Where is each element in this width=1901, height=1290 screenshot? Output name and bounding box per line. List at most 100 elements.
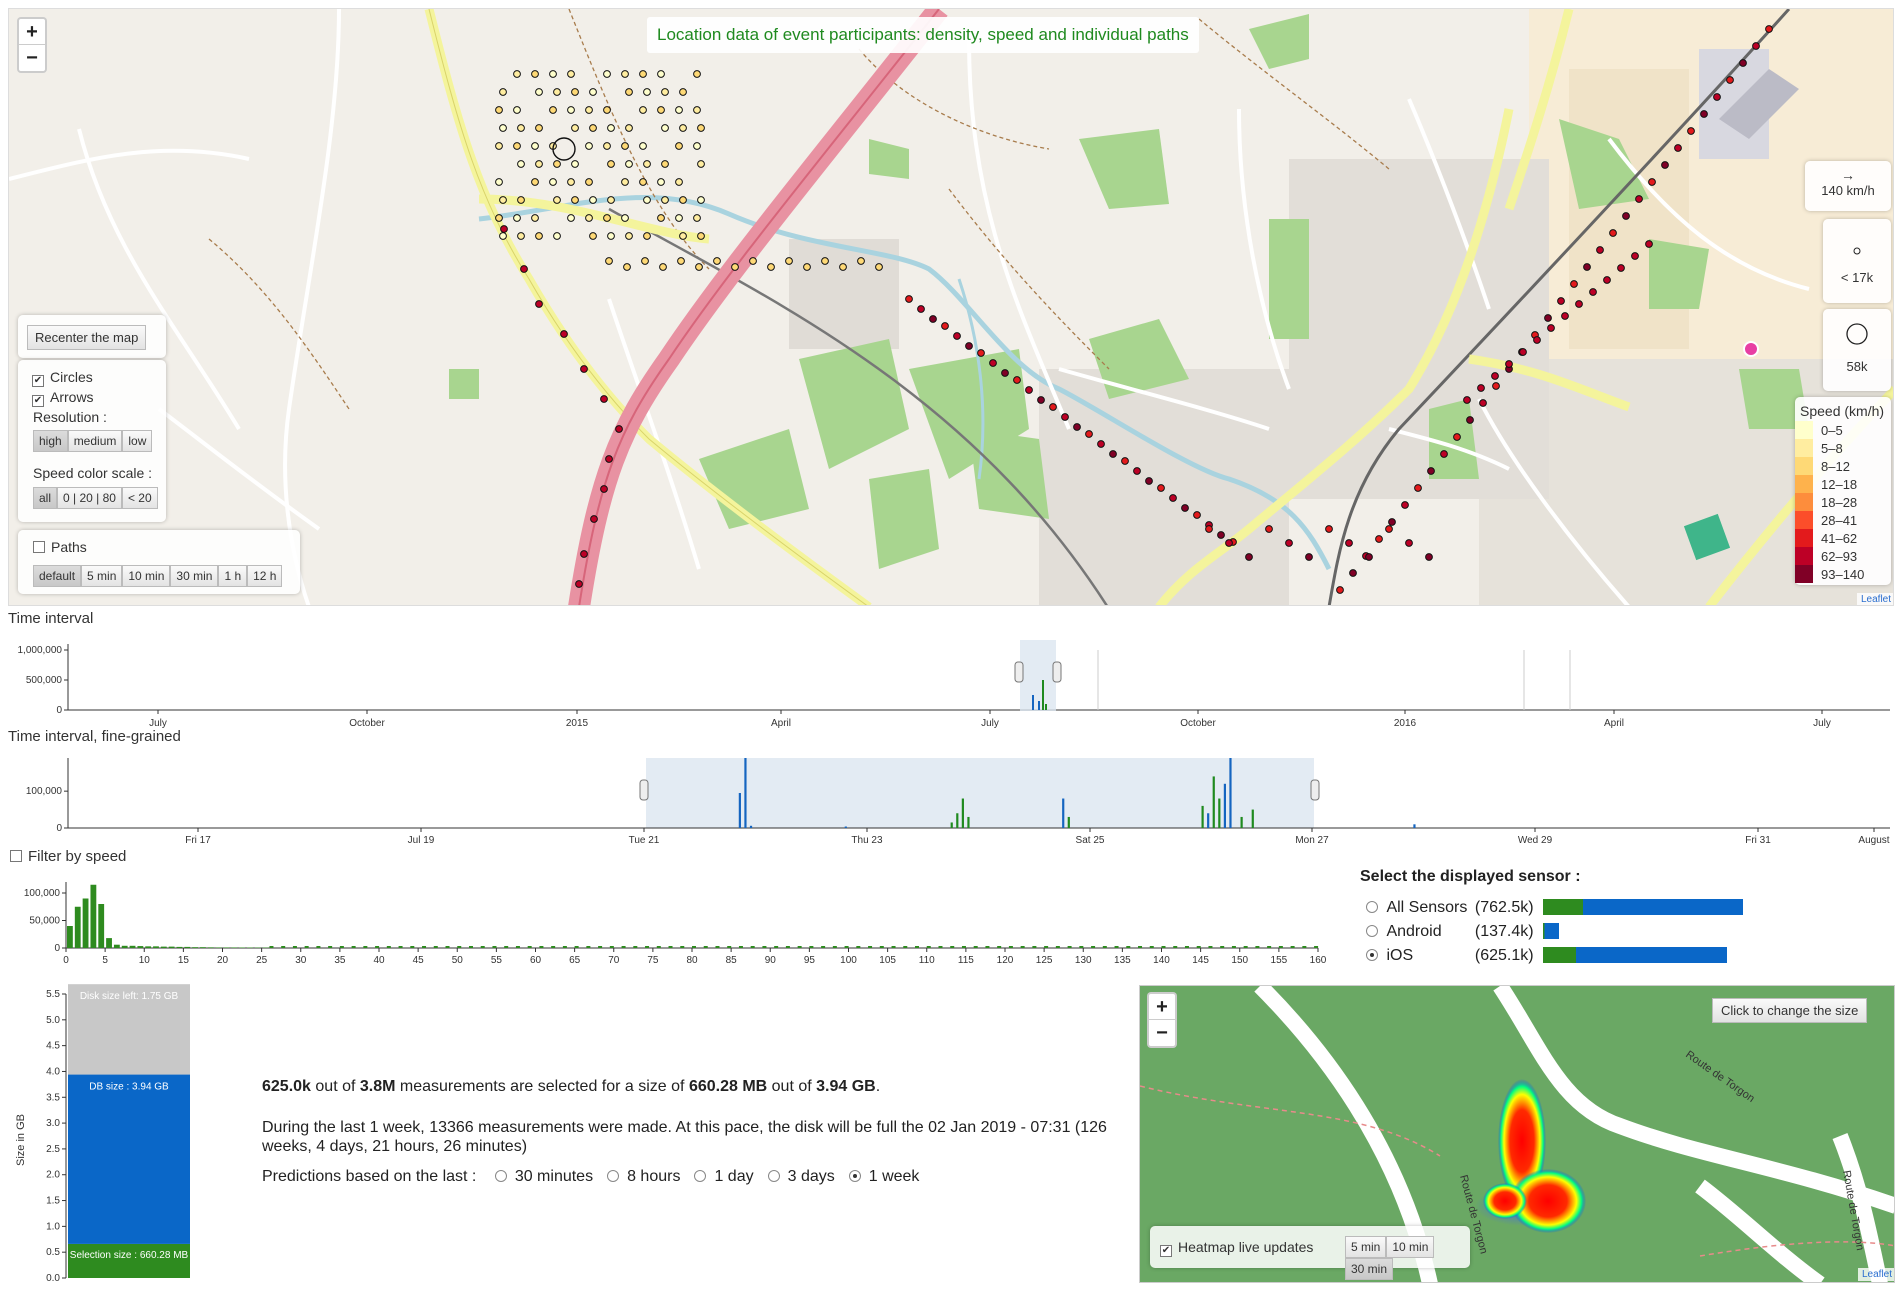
density-circle (1631, 252, 1639, 260)
circles-option[interactable]: ✔ Circles (32, 369, 93, 387)
prediction-option[interactable]: 30 minutes (494, 1168, 593, 1185)
arrows-checkbox[interactable]: ✔ (32, 395, 44, 407)
density-circle (1181, 504, 1189, 512)
density-circle (679, 124, 687, 132)
heatmap-30min-button[interactable]: 30 min (1345, 1258, 1394, 1280)
density-circle (535, 124, 543, 132)
prediction-radio[interactable] (767, 1170, 780, 1182)
paths-30min-button[interactable]: 30 min (170, 565, 219, 587)
prediction-radio[interactable] (848, 1170, 861, 1182)
prediction-option[interactable]: 8 hours (607, 1168, 680, 1185)
heatmap-live-checkbox[interactable]: ✔ (1160, 1245, 1172, 1257)
paths-10min-button[interactable]: 10 min (122, 565, 171, 587)
x-tick-label: 140 (1153, 955, 1170, 966)
heatmap-interval-group: 5 min 10 min30 min (1345, 1236, 1470, 1280)
zoom-out-button[interactable]: − (19, 45, 45, 71)
paths-option[interactable]: Paths (33, 539, 87, 555)
speed-bar-small (1220, 946, 1225, 948)
sensor-ios-radio[interactable] (1366, 949, 1378, 961)
paths-1h-button[interactable]: 1 h (218, 565, 248, 587)
change-size-button[interactable]: Click to change the size (1712, 998, 1868, 1023)
recenter-button[interactable]: Recenter the map (27, 325, 147, 350)
y-tick-label: 0 (54, 943, 60, 954)
sensor-all-radio[interactable] (1366, 901, 1378, 913)
resolution-low-button[interactable]: low (122, 430, 153, 452)
x-tick-label: 125 (1036, 955, 1053, 966)
speed-bar-small (457, 946, 462, 948)
main-map[interactable]: Location data of event participants: den… (8, 8, 1894, 606)
speed-scale-lt20-button[interactable]: < 20 (121, 487, 158, 509)
heatmap-5min-button[interactable]: 5 min (1345, 1236, 1387, 1258)
density-circle (1589, 288, 1597, 296)
timeline-fine-right-handle[interactable] (1310, 779, 1320, 801)
paths-default-button[interactable]: default (33, 565, 82, 587)
disk-segment-label: DB size : 3.94 GB (89, 1082, 169, 1093)
paths-interval-group: default 5 min 10 min 30 min 1 h 12 h (33, 565, 283, 587)
y-tick-label: 5.5 (46, 989, 60, 1000)
resolution-group: high medium low (33, 430, 153, 452)
arrows-label: Arrows (50, 389, 94, 405)
heatmap-zoom-out-button[interactable]: − (1149, 1020, 1175, 1046)
prediction-radio[interactable] (694, 1170, 707, 1182)
speed-scale-steps-button[interactable]: 0 | 20 | 80 (57, 487, 122, 509)
sensor-android-radio[interactable] (1366, 925, 1378, 937)
resolution-high-button[interactable]: high (33, 430, 68, 452)
circles-checkbox[interactable]: ✔ (32, 375, 44, 387)
timeline-fine-chart[interactable]: Fri 17 Jul 19 Tue 21 Thu 23 Sat 25 Mon 27 Wed … (0, 748, 1901, 848)
speed-scale-all-button[interactable]: all (33, 487, 58, 509)
timeline-fine-bar (1229, 758, 1232, 828)
map-attribution[interactable]: Leaflet (1857, 593, 1893, 605)
density-circle (643, 196, 651, 204)
timeline-brush-left-handle[interactable] (1014, 661, 1024, 683)
zoom-in-button[interactable]: + (19, 19, 45, 45)
circle-small-legend: < 17k (1823, 219, 1891, 303)
heatmap-10min-button[interactable]: 10 min (1386, 1236, 1435, 1258)
x-tick-label: Fri 31 (1745, 835, 1771, 846)
speed-bar-small (562, 946, 567, 948)
timeline-chart[interactable]: July October 2015 April July October 2016 April… (0, 630, 1901, 730)
prediction-radio[interactable] (607, 1170, 620, 1182)
timeline-brush[interactable] (1020, 640, 1056, 711)
speed-legend-entry: 12–18 (1795, 475, 1891, 493)
out-of-text-1: out of (315, 1078, 356, 1095)
prediction-radio[interactable] (494, 1170, 507, 1182)
density-circle (697, 196, 705, 204)
density-circle (1245, 553, 1253, 561)
resolution-medium-button[interactable]: medium (67, 430, 123, 452)
heatmap-zoom-in-button[interactable]: + (1149, 994, 1175, 1020)
speed-filter-checkbox[interactable] (10, 850, 22, 862)
sensor-row-all[interactable]: All Sensors (762.5k) (1366, 896, 1744, 920)
paths-5min-button[interactable]: 5 min (81, 565, 123, 587)
paths-checkbox[interactable] (33, 541, 45, 553)
heatmap-live-option[interactable]: ✔ Heatmap live updates (1160, 1239, 1313, 1257)
arrows-option[interactable]: ✔ Arrows (32, 389, 94, 407)
speed-bar-small (1032, 946, 1037, 948)
timeline-brush-right-handle[interactable] (1052, 661, 1062, 683)
speed-bar-small (1149, 946, 1154, 948)
heatmap-map[interactable]: Route de Torgon Route de Torgon Route de… (1139, 985, 1895, 1283)
speed-histogram[interactable]: 0 5 10 15 20 25 30 35 40 45 50 55 60 65 70 75 80 85 90 95 10… (0, 868, 1330, 968)
paths-12h-button[interactable]: 12 h (247, 565, 283, 587)
speed-filter-option[interactable]: Filter by speed (10, 848, 126, 865)
speed-bar-small (844, 946, 849, 948)
prediction-option[interactable]: 1 day (694, 1168, 754, 1185)
speed-bar (129, 945, 136, 948)
density-circle (641, 257, 649, 265)
density-circle (571, 124, 579, 132)
heatmap-attribution[interactable]: Leaflet (1858, 1268, 1894, 1281)
prediction-option[interactable]: 1 week (848, 1168, 919, 1185)
density-circle (639, 178, 647, 186)
speed-bar-small (328, 946, 333, 948)
sensor-row-android[interactable]: Android (137.4k) (1366, 920, 1743, 944)
timeline-fine-left-handle[interactable] (639, 779, 649, 801)
speed-bar-small (445, 946, 450, 948)
density-circle (607, 196, 615, 204)
density-circle (929, 315, 937, 323)
sensor-row-ios[interactable]: iOS (625.1k) (1366, 944, 1743, 968)
density-circle (1405, 539, 1413, 547)
x-tick-label: 80 (686, 955, 698, 966)
prediction-option[interactable]: 3 days (767, 1168, 835, 1185)
timeline-fine-bar (1067, 816, 1070, 828)
y-tick-label: 1.0 (46, 1221, 60, 1232)
speed-bar-small (1290, 946, 1295, 948)
